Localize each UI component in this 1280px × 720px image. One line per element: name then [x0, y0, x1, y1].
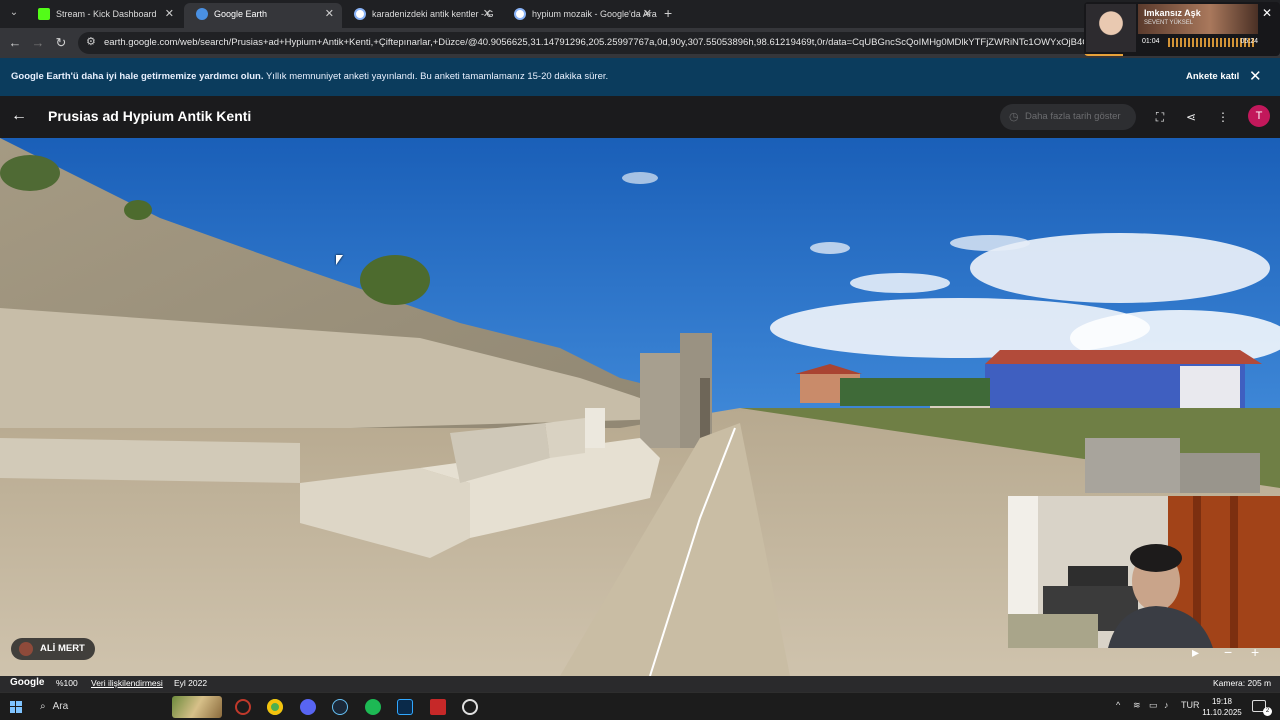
photoshop-icon[interactable]	[397, 699, 413, 715]
take-survey-link[interactable]: Ankete katıl	[1186, 71, 1239, 82]
earth-header: ← Prusias ad Hypium Antik Kenti ◷ Daha f…	[0, 96, 1280, 138]
tray-chevron-icon[interactable]: ^	[1116, 700, 1120, 710]
tab-title: Stream - Kick Dashboard	[56, 9, 157, 19]
tab-kick-dashboard[interactable]: Stream - Kick Dashboard ✕	[26, 3, 182, 28]
account-avatar[interactable]: T	[1248, 105, 1270, 127]
show-more-dates-button[interactable]: ◷ Daha fazla tarih göster	[1000, 104, 1136, 130]
place-title: Prusias ad Hypium Antik Kenti	[48, 108, 252, 124]
song-title: Imkansız Aşk	[1144, 8, 1201, 18]
imagery-date: Eyl 2022	[174, 678, 208, 688]
fullscreen-icon[interactable]: ⛶	[1151, 108, 1169, 126]
new-tab-plus-icon[interactable]: +	[664, 5, 672, 21]
address-bar[interactable]: ⚙ earth.google.com/web/search/Prusias+ad…	[78, 32, 1248, 54]
camera-altitude: Kamera: 205 m	[1213, 678, 1272, 688]
back-arrow-icon[interactable]: ←	[6, 34, 24, 52]
search-highlight-image[interactable]	[172, 696, 222, 718]
tab-google-earth[interactable]: Google Earth ✕	[184, 3, 342, 28]
tab-search-chevron-icon[interactable]: ⌄	[6, 5, 22, 21]
close-banner-icon[interactable]: ✕	[1249, 67, 1262, 85]
survey-message: Google Earth'ü daha iyi hale getirmemize…	[11, 71, 608, 82]
mouse-cursor-icon	[336, 255, 343, 265]
share-icon[interactable]: ⋖	[1182, 108, 1200, 126]
windows-taskbar: ⌕ Ara ^ ≋ ▭ ♪ TUR 19:18 11.10.2025 2	[0, 692, 1280, 720]
close-tab-icon[interactable]: ✕	[325, 3, 334, 25]
google-earth-icon	[196, 8, 208, 20]
reload-icon[interactable]: ↻	[52, 34, 70, 52]
clock-date: 11.10.2025	[1202, 708, 1242, 717]
song-artist: SEVENT YÜKSEL	[1144, 20, 1194, 26]
windows-start-icon[interactable]	[10, 701, 22, 713]
app-icon[interactable]	[430, 699, 446, 715]
zoom-in-icon[interactable]: +	[1251, 644, 1259, 660]
survey-message-text: Yıllık memnuniyet anketi yayınlandı. Bu …	[263, 71, 609, 82]
screen: ⌄ Stream - Kick Dashboard ✕ Google Earth…	[0, 0, 1280, 720]
earth-footer: Google %100 Veri ilişkilendirmesi Eyl 20…	[0, 676, 1280, 692]
streamer-avatar-thumbnail	[1086, 4, 1136, 52]
notification-count: 2	[1263, 707, 1272, 716]
steam-icon[interactable]	[332, 699, 348, 715]
webcam-overlay	[1008, 496, 1280, 648]
zoom-out-icon[interactable]: −	[1224, 644, 1232, 660]
google-icon	[354, 8, 366, 20]
back-arrow-icon[interactable]: ←	[11, 107, 27, 125]
tab-title: hypium mozaik - Google'da Ara	[532, 9, 657, 19]
close-tab-icon[interactable]: ✕	[643, 3, 652, 25]
site-info-icon[interactable]: ⚙	[86, 35, 96, 48]
system-clock[interactable]: 19:18 11.10.2025	[1198, 696, 1246, 718]
spotify-icon[interactable]	[365, 699, 381, 715]
tab-title: Google Earth	[214, 9, 268, 19]
tab-hypium-search[interactable]: hypium mozaik - Google'da Ara ✕	[502, 3, 660, 28]
taskbar-search[interactable]: ⌕ Ara	[40, 701, 68, 712]
google-logo: Google	[10, 677, 45, 688]
tab-karadeniz-search[interactable]: karadenizdeki antik kentler - G ✕	[342, 3, 500, 28]
webcam-feed	[1008, 496, 1280, 648]
battery-icon[interactable]: ▭	[1149, 700, 1158, 711]
more-options-icon[interactable]: ⋮	[1214, 108, 1232, 126]
contributor-name: ALİ MERT	[40, 643, 85, 654]
track-duration: 05:24	[1240, 38, 1258, 45]
track-progress-bar	[1084, 54, 1123, 56]
contributor-badge[interactable]: ALİ MERT	[11, 638, 95, 660]
url-text: earth.google.com/web/search/Prusias+ad+H…	[104, 37, 1127, 48]
data-attribution-link[interactable]: Veri ilişkilendirmesi	[91, 678, 163, 688]
contributor-avatar-icon	[19, 642, 33, 656]
search-placeholder: Ara	[52, 701, 69, 712]
kick-icon	[38, 8, 50, 20]
close-tab-icon[interactable]: ✕	[483, 3, 492, 25]
clock-time: 19:18	[1211, 697, 1233, 706]
search-icon: ⌕	[40, 701, 46, 712]
opera-icon[interactable]	[235, 699, 251, 715]
forward-arrow-icon[interactable]: →	[29, 34, 47, 52]
history-icon: ◷	[1009, 111, 1019, 123]
obs-icon[interactable]	[462, 699, 478, 715]
volume-icon[interactable]: ♪	[1164, 700, 1169, 710]
zoom-level: %100	[56, 678, 78, 688]
chrome-icon[interactable]	[267, 699, 283, 715]
close-icon[interactable]: ✕	[1262, 6, 1272, 20]
elapsed-time: 01:04	[1142, 38, 1160, 45]
survey-banner: Google Earth'ü daha iyi hale getirmemize…	[0, 58, 1280, 96]
network-icon[interactable]: ≋	[1133, 700, 1141, 711]
discord-icon[interactable]	[300, 699, 316, 715]
input-language[interactable]: TUR	[1181, 700, 1200, 710]
play-icon[interactable]: ▸	[1192, 644, 1199, 661]
music-player-overlay: Imkansız Aşk SEVENT YÜKSEL ✕ 01:04 05:24	[1084, 2, 1280, 56]
close-tab-icon[interactable]: ✕	[165, 3, 174, 25]
tab-title: karadenizdeki antik kentler - G	[372, 9, 494, 19]
show-more-dates-label: Daha fazla tarih göster	[1025, 111, 1121, 122]
survey-message-bold: Google Earth'ü daha iyi hale getirmemize…	[11, 71, 264, 82]
google-icon	[514, 8, 526, 20]
